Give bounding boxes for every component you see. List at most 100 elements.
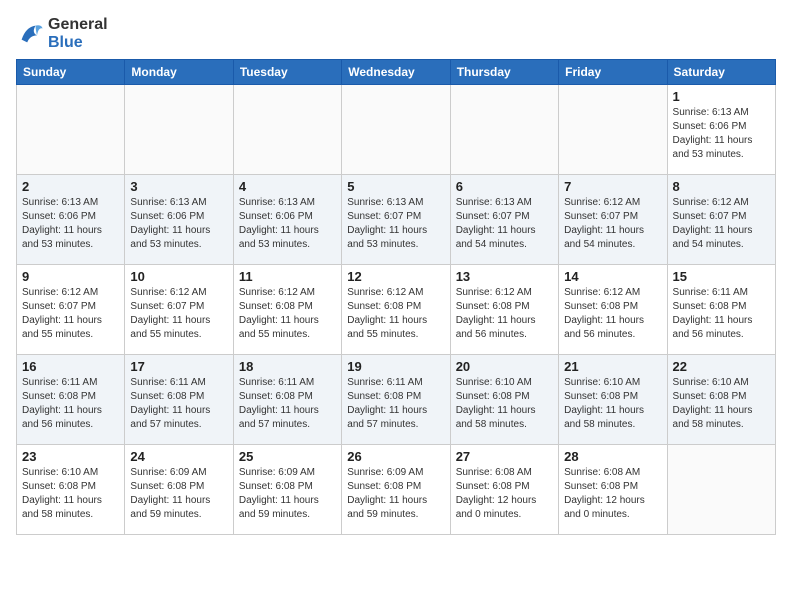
- week-row-5: 23Sunrise: 6:10 AM Sunset: 6:08 PM Dayli…: [17, 445, 776, 535]
- week-row-3: 9 Sunrise: 6:12 AM Sunset: 6:07 PM Daylig…: [17, 265, 776, 355]
- weekday-header-saturday: Saturday: [667, 60, 775, 85]
- day-info: Sunrise: 6:12 AM Sunset: 6:08 PM Dayligh…: [347, 286, 444, 342]
- day-info: Sunrise: 6:10 AM Sunset: 6:08 PM Dayligh…: [673, 376, 770, 432]
- calendar-cell: 1Sunrise: 6:13 AM Sunset: 6:06 PM Daylig…: [667, 85, 775, 175]
- day-number: 5: [347, 179, 444, 194]
- day-info: Sunrise: 6:10 AM Sunset: 6:08 PM Dayligh…: [456, 376, 553, 432]
- day-info: Sunrise: 6:12 AM Sunset: 6:08 PM Dayligh…: [239, 286, 336, 342]
- day-info: Sunrise: 6:09 AM Sunset: 6:08 PM Dayligh…: [130, 466, 227, 522]
- calendar-cell: 18 Sunrise: 6:11 AM Sunset: 6:08 PM Dayli…: [233, 355, 341, 445]
- week-row-4: 16 Sunrise: 6:11 AM Sunset: 6:08 PM Dayli…: [17, 355, 776, 445]
- day-number: 18: [239, 359, 336, 374]
- day-info: Sunrise: 6:13 AM Sunset: 6:06 PM Dayligh…: [130, 196, 227, 252]
- calendar-table: SundayMondayTuesdayWednesdayThursdayFrid…: [16, 59, 776, 535]
- calendar-cell: 10 Sunrise: 6:12 AM Sunset: 6:07 PM Dayli…: [125, 265, 233, 355]
- calendar-cell: [559, 85, 667, 175]
- day-number: 14: [564, 269, 661, 284]
- calendar-cell: 13Sunrise: 6:12 AM Sunset: 6:08 PM Dayli…: [450, 265, 558, 355]
- day-info: Sunrise: 6:13 AM Sunset: 6:06 PM Dayligh…: [673, 106, 770, 162]
- day-info: Sunrise: 6:13 AM Sunset: 6:07 PM Dayligh…: [456, 196, 553, 252]
- logo-general: General: [48, 16, 108, 34]
- day-info: Sunrise: 6:12 AM Sunset: 6:08 PM Dayligh…: [456, 286, 553, 342]
- day-info: Sunrise: 6:09 AM Sunset: 6:08 PM Dayligh…: [239, 466, 336, 522]
- day-number: 4: [239, 179, 336, 194]
- day-info: Sunrise: 6:12 AM Sunset: 6:07 PM Dayligh…: [673, 196, 770, 252]
- day-info: Sunrise: 6:09 AM Sunset: 6:08 PM Dayligh…: [347, 466, 444, 522]
- weekday-header-friday: Friday: [559, 60, 667, 85]
- calendar-cell: [450, 85, 558, 175]
- calendar-cell: [17, 85, 125, 175]
- calendar-cell: 2 Sunrise: 6:13 AM Sunset: 6:06 PM Daylig…: [17, 175, 125, 265]
- day-info: Sunrise: 6:11 AM Sunset: 6:08 PM Dayligh…: [22, 376, 119, 432]
- calendar-cell: 24 Sunrise: 6:09 AM Sunset: 6:08 PM Dayli…: [125, 445, 233, 535]
- calendar-cell: 11 Sunrise: 6:12 AM Sunset: 6:08 PM Dayli…: [233, 265, 341, 355]
- calendar-cell: 28Sunrise: 6:08 AM Sunset: 6:08 PM Dayli…: [559, 445, 667, 535]
- weekday-header-sunday: Sunday: [17, 60, 125, 85]
- calendar-cell: 3 Sunrise: 6:13 AM Sunset: 6:06 PM Daylig…: [125, 175, 233, 265]
- day-number: 6: [456, 179, 553, 194]
- weekday-header-row: SundayMondayTuesdayWednesdayThursdayFrid…: [17, 60, 776, 85]
- day-number: 27: [456, 449, 553, 464]
- day-number: 11: [239, 269, 336, 284]
- day-info: Sunrise: 6:08 AM Sunset: 6:08 PM Dayligh…: [456, 466, 553, 522]
- day-number: 21: [564, 359, 661, 374]
- calendar-cell: 17 Sunrise: 6:11 AM Sunset: 6:08 PM Dayli…: [125, 355, 233, 445]
- day-number: 22: [673, 359, 770, 374]
- calendar-cell: 14 Sunrise: 6:12 AM Sunset: 6:08 PM Dayli…: [559, 265, 667, 355]
- weekday-header-tuesday: Tuesday: [233, 60, 341, 85]
- calendar-cell: 20 Sunrise: 6:10 AM Sunset: 6:08 PM Dayli…: [450, 355, 558, 445]
- day-number: 16: [22, 359, 119, 374]
- page-header: General Blue: [16, 16, 776, 51]
- day-number: 19: [347, 359, 444, 374]
- day-info: Sunrise: 6:11 AM Sunset: 6:08 PM Dayligh…: [130, 376, 227, 432]
- day-info: Sunrise: 6:13 AM Sunset: 6:06 PM Dayligh…: [22, 196, 119, 252]
- day-number: 24: [130, 449, 227, 464]
- day-number: 10: [130, 269, 227, 284]
- day-number: 17: [130, 359, 227, 374]
- calendar-cell: [233, 85, 341, 175]
- day-info: Sunrise: 6:11 AM Sunset: 6:08 PM Dayligh…: [673, 286, 770, 342]
- day-info: Sunrise: 6:11 AM Sunset: 6:08 PM Dayligh…: [347, 376, 444, 432]
- week-row-2: 2 Sunrise: 6:13 AM Sunset: 6:06 PM Daylig…: [17, 175, 776, 265]
- day-number: 23: [22, 449, 119, 464]
- calendar-cell: 23Sunrise: 6:10 AM Sunset: 6:08 PM Dayli…: [17, 445, 125, 535]
- day-number: 15: [673, 269, 770, 284]
- day-number: 7: [564, 179, 661, 194]
- day-number: 2: [22, 179, 119, 194]
- day-number: 20: [456, 359, 553, 374]
- day-info: Sunrise: 6:12 AM Sunset: 6:07 PM Dayligh…: [564, 196, 661, 252]
- day-info: Sunrise: 6:12 AM Sunset: 6:07 PM Dayligh…: [130, 286, 227, 342]
- calendar-cell: [667, 445, 775, 535]
- calendar-cell: 15 Sunrise: 6:11 AM Sunset: 6:08 PM Dayli…: [667, 265, 775, 355]
- day-number: 8: [673, 179, 770, 194]
- calendar-cell: 21Sunrise: 6:10 AM Sunset: 6:08 PM Dayli…: [559, 355, 667, 445]
- day-info: Sunrise: 6:13 AM Sunset: 6:07 PM Dayligh…: [347, 196, 444, 252]
- calendar-cell: 19 Sunrise: 6:11 AM Sunset: 6:08 PM Dayli…: [342, 355, 450, 445]
- day-info: Sunrise: 6:13 AM Sunset: 6:06 PM Dayligh…: [239, 196, 336, 252]
- day-number: 25: [239, 449, 336, 464]
- weekday-header-monday: Monday: [125, 60, 233, 85]
- week-row-1: 1Sunrise: 6:13 AM Sunset: 6:06 PM Daylig…: [17, 85, 776, 175]
- calendar-cell: 6 Sunrise: 6:13 AM Sunset: 6:07 PM Daylig…: [450, 175, 558, 265]
- day-number: 12: [347, 269, 444, 284]
- day-info: Sunrise: 6:11 AM Sunset: 6:08 PM Dayligh…: [239, 376, 336, 432]
- calendar-cell: 22 Sunrise: 6:10 AM Sunset: 6:08 PM Dayli…: [667, 355, 775, 445]
- calendar-cell: 26Sunrise: 6:09 AM Sunset: 6:08 PM Dayli…: [342, 445, 450, 535]
- logo-bird-icon: [16, 20, 44, 48]
- day-number: 28: [564, 449, 661, 464]
- weekday-header-thursday: Thursday: [450, 60, 558, 85]
- day-info: Sunrise: 6:12 AM Sunset: 6:07 PM Dayligh…: [22, 286, 119, 342]
- day-number: 9: [22, 269, 119, 284]
- day-info: Sunrise: 6:12 AM Sunset: 6:08 PM Dayligh…: [564, 286, 661, 342]
- calendar-cell: 7 Sunrise: 6:12 AM Sunset: 6:07 PM Daylig…: [559, 175, 667, 265]
- logo: General Blue: [16, 16, 108, 51]
- calendar-cell: 25 Sunrise: 6:09 AM Sunset: 6:08 PM Dayli…: [233, 445, 341, 535]
- day-number: 3: [130, 179, 227, 194]
- calendar-cell: [342, 85, 450, 175]
- calendar-cell: 8 Sunrise: 6:12 AM Sunset: 6:07 PM Daylig…: [667, 175, 775, 265]
- calendar-cell: 9 Sunrise: 6:12 AM Sunset: 6:07 PM Daylig…: [17, 265, 125, 355]
- logo-blue: Blue: [48, 34, 108, 52]
- calendar-cell: 16 Sunrise: 6:11 AM Sunset: 6:08 PM Dayli…: [17, 355, 125, 445]
- calendar-cell: 5 Sunrise: 6:13 AM Sunset: 6:07 PM Daylig…: [342, 175, 450, 265]
- calendar-cell: 12 Sunrise: 6:12 AM Sunset: 6:08 PM Dayli…: [342, 265, 450, 355]
